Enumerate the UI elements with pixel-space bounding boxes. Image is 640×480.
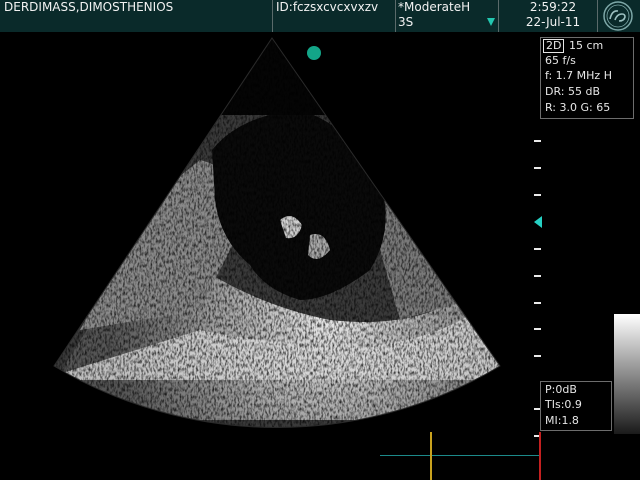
frame-rate: 65 f/s: [545, 54, 576, 67]
dynamic-range: DR: 55 dB: [545, 85, 600, 98]
depth-tick: [534, 194, 541, 196]
header-bar: DERDIMASS,DIMOSTHENIOS ID:fczsxcvcxvxzv …: [0, 0, 640, 32]
orientation-marker-icon: [307, 46, 321, 60]
depth-tick: [534, 302, 541, 304]
power-value: P:0dB: [545, 383, 577, 396]
depth-tick: [534, 355, 541, 357]
acoustic-output-panel: P:0dB TIs:0.9 MI:1.8: [540, 381, 612, 431]
cursor-vertical-red[interactable]: [539, 432, 541, 480]
depth-tick: [534, 167, 541, 169]
depth-value: 15 cm: [569, 39, 604, 52]
probe-label: 3S: [398, 15, 414, 29]
depth-tick: [534, 140, 541, 142]
focus-marker-icon[interactable]: [534, 216, 542, 228]
ge-logo-icon: [603, 1, 633, 31]
cursor-vertical-yellow[interactable]: [430, 432, 432, 480]
grayscale-bar: [614, 314, 640, 434]
patient-id: ID:fczsxcvcxvxzv: [276, 0, 379, 14]
mi-value: MI:1.8: [545, 414, 579, 427]
depth-tick: [534, 248, 541, 250]
preset-label[interactable]: *ModerateH: [398, 0, 470, 14]
mode-badge[interactable]: 2D: [543, 39, 565, 53]
depth-tick: [534, 275, 541, 277]
clock-date: 22-Jul-11: [525, 15, 581, 29]
header-divider: [272, 0, 273, 32]
echo-sector[interactable]: [0, 32, 540, 480]
header-divider: [498, 0, 499, 32]
clock-time: 2:59:22: [529, 0, 577, 14]
reject-gain: R: 3.0 G: 65: [545, 101, 611, 114]
patient-name: DERDIMASS,DIMOSTHENIOS: [4, 0, 174, 14]
cursor-horizontal-line[interactable]: [380, 455, 541, 456]
depth-tick: [534, 328, 541, 330]
ultrasound-screen: DERDIMASS,DIMOSTHENIOS ID:fczsxcvcxvxzv …: [0, 0, 640, 480]
header-divider: [395, 0, 396, 32]
ultrasound-image-area[interactable]: [0, 32, 540, 480]
imaging-parameters-panel: 2D 15 cm 65 f/s f: 1.7 MHz H DR: 55 dB R…: [540, 37, 634, 119]
tis-value: TIs:0.9: [545, 398, 582, 411]
header-divider: [597, 0, 598, 32]
preset-dropdown-icon[interactable]: [487, 18, 495, 26]
frequency: f: 1.7 MHz H: [545, 69, 612, 82]
